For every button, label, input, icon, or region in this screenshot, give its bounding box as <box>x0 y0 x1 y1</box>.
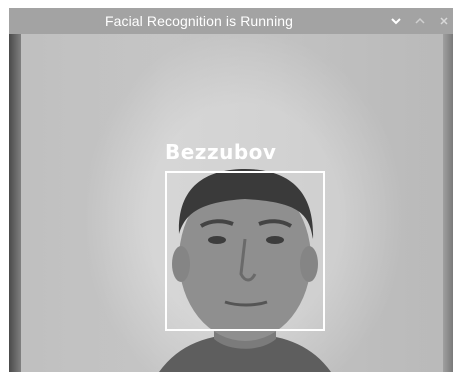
minimize-icon[interactable] <box>389 14 403 28</box>
window-controls <box>389 8 453 34</box>
window-title: Facial Recognition is Running <box>104 13 294 29</box>
camera-feed: Bezzubov <box>9 34 453 372</box>
face-bounding-box <box>165 171 325 331</box>
maximize-icon[interactable] <box>413 14 427 28</box>
recognized-name-label: Bezzubov <box>165 140 277 164</box>
close-icon[interactable] <box>437 14 451 28</box>
window-titlebar[interactable]: Facial Recognition is Running <box>9 8 453 34</box>
app-window: Facial Recognition is Running Bezzubov <box>9 8 453 372</box>
